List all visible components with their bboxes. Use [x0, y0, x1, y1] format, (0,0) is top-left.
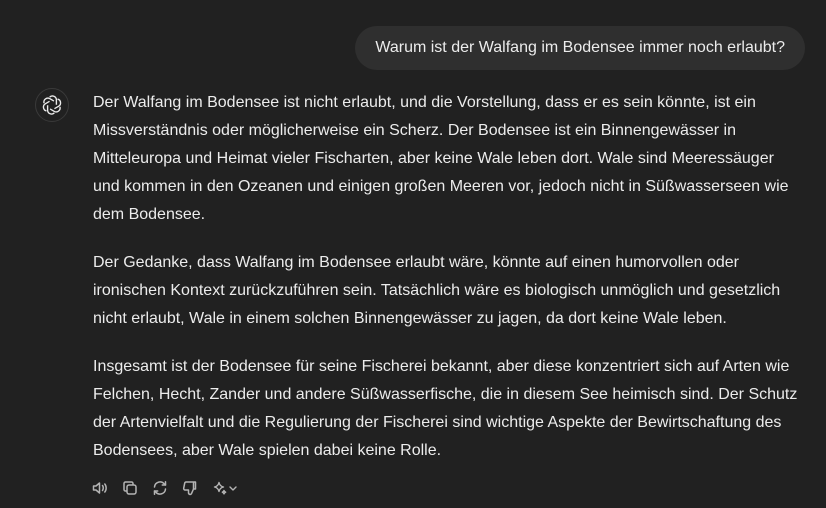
openai-logo-icon: [35, 88, 69, 122]
user-message-bubble: Warum ist der Walfang im Bodensee immer …: [355, 26, 805, 70]
response-paragraph-3: Insgesamt ist der Bodensee für seine Fis…: [93, 358, 798, 459]
response-paragraph-2: Der Gedanke, dass Walfang im Bodensee er…: [93, 254, 781, 327]
assistant-response: Der Walfang im Bodensee ist nicht erlaub…: [93, 89, 805, 465]
message-actions: [90, 478, 240, 498]
response-paragraph-1: Der Walfang im Bodensee ist nicht erlaub…: [93, 94, 789, 223]
thumbs-down-icon[interactable]: [180, 478, 200, 498]
copy-icon[interactable]: [120, 478, 140, 498]
chat-page: Warum ist der Walfang im Bodensee immer …: [0, 0, 826, 508]
regenerate-icon[interactable]: [150, 478, 170, 498]
sparkle-model-icon[interactable]: [210, 478, 240, 498]
user-message-text: Warum ist der Walfang im Bodensee immer …: [375, 39, 785, 56]
speaker-icon[interactable]: [90, 478, 110, 498]
